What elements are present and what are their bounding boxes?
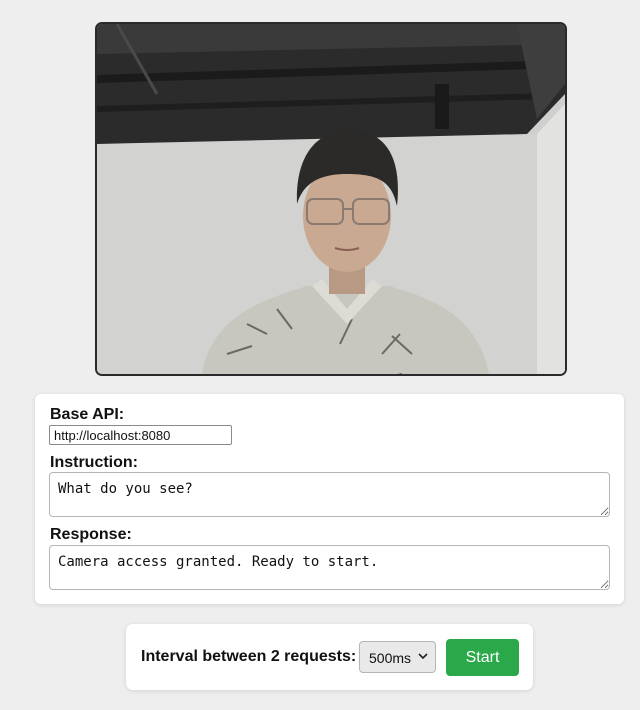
interval-select[interactable]: 500ms (359, 641, 436, 673)
interval-label: Interval between 2 requests: (141, 648, 357, 665)
start-button[interactable]: Start (446, 639, 519, 676)
instruction-textarea[interactable]: What do you see? (49, 472, 610, 517)
base-api-input[interactable] (49, 425, 232, 445)
settings-panel: Base API: Instruction: What do you see? … (35, 394, 624, 604)
controls-bar: Interval between 2 requests: 500ms Start (126, 624, 533, 690)
response-textarea[interactable]: Camera access granted. Ready to start. (49, 545, 610, 590)
interval-selected-value: 500ms (369, 650, 412, 666)
instruction-label: Instruction: (50, 454, 138, 471)
response-label: Response: (50, 526, 132, 543)
base-api-label: Base API: (50, 406, 125, 423)
chevron-down-icon (418, 653, 428, 660)
camera-frame-illustration (97, 24, 565, 374)
camera-video-feed (95, 22, 567, 376)
